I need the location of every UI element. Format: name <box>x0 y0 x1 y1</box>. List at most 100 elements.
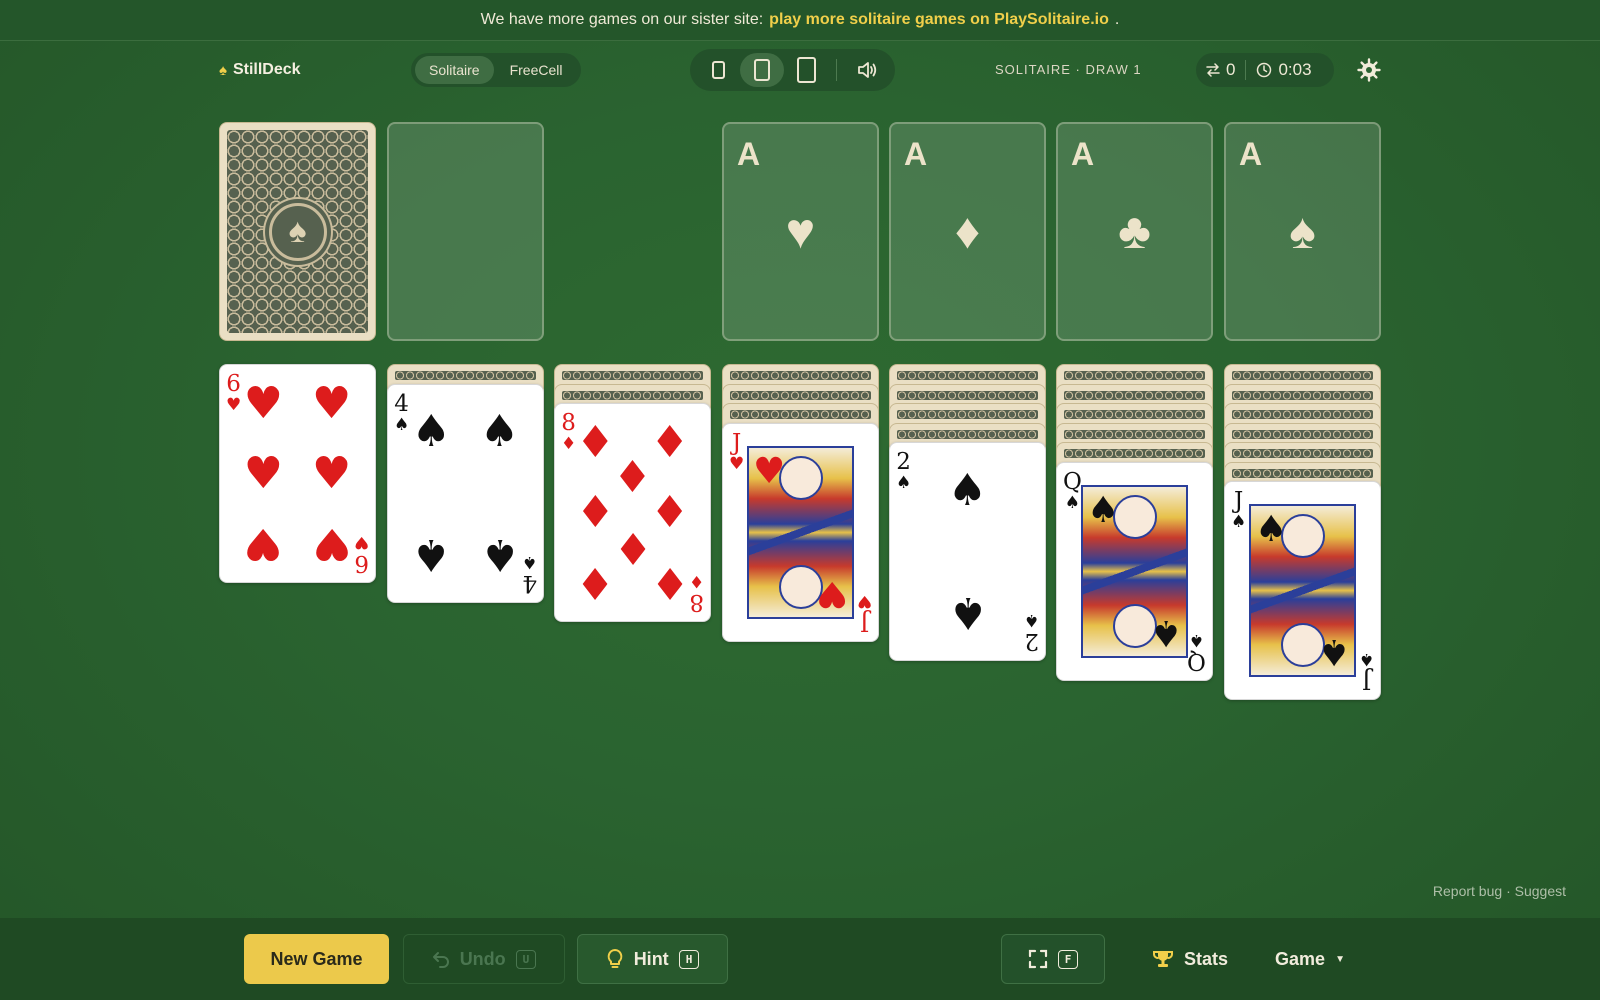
card-corner-index: 6 ♥ <box>226 373 241 414</box>
heart-icon: ♥ <box>753 450 786 492</box>
foundation-spades[interactable]: A ♠ <box>1224 122 1381 341</box>
card-size-large-button[interactable] <box>784 53 828 87</box>
playing-card-8-of-diamonds[interactable]: 8 ♦ 8 ♦ ♦ ♦ ♦ ♦ ♦ ♦ ♦ ♦ <box>554 403 711 622</box>
card-corner-index: 2 ♠ <box>896 451 911 492</box>
link-separator: · <box>1506 883 1511 899</box>
game-type-label: SOLITAIRE · DRAW 1 <box>995 62 1142 77</box>
spade-icon: ♠ <box>1087 489 1120 531</box>
tab-freecell[interactable]: FreeCell <box>496 56 577 84</box>
playing-card-6-of-hearts[interactable]: 6 ♥ 6 ♥ ♥ ♥ ♥ ♥ ♥ ♥ <box>219 364 376 583</box>
card-back-pattern <box>1064 449 1205 458</box>
foundation-label: A <box>737 136 761 172</box>
card-rank: 4 <box>394 390 409 417</box>
card-rank: J <box>1361 667 1371 693</box>
lightbulb-icon <box>607 949 623 968</box>
fullscreen-button[interactable]: F <box>1001 934 1105 984</box>
heart-pip-icon: ♥ <box>243 447 284 499</box>
card-rank: 8 <box>561 410 576 436</box>
speaker-icon <box>858 62 877 78</box>
card-back-pattern <box>1232 468 1373 478</box>
feedback-links: Report bug · Suggest <box>1433 883 1566 899</box>
foundation-diamonds[interactable]: A ♦ <box>889 122 1046 341</box>
card-corner-index: 8 ♦ <box>689 571 704 615</box>
clock-icon <box>1257 62 1272 78</box>
game-menu-button[interactable]: Game ▼ <box>1260 934 1360 984</box>
card-rank: 8 <box>689 589 704 615</box>
playing-card-j-of-hearts[interactable]: J ♥ J ♥ ♥ ♥ <box>722 422 879 642</box>
card-corner-index: 6 ♥ <box>353 532 369 576</box>
court-card-artwork: ♥ ♥ <box>747 445 854 619</box>
foundation-label: A <box>904 136 928 172</box>
playing-card-4-of-spades[interactable]: 4 ♠ 4 ♠ ♠ ♠ ♠ ♠ <box>387 383 544 603</box>
spade-pip-icon: ♠ <box>411 528 452 580</box>
heart-icon: ♥ <box>785 203 816 259</box>
heart-pip-icon: ♥ <box>311 378 352 430</box>
playing-card-2-of-spades[interactable]: 2 ♠ 2 ♠ ♠ ♠ <box>889 442 1046 661</box>
heart-pip-icon: ♥ <box>311 447 352 499</box>
hint-label: Hint <box>633 948 669 969</box>
sound-toggle-button[interactable] <box>845 53 889 87</box>
small-card-icon <box>711 61 725 79</box>
playing-card-j-of-spades[interactable]: J ♠ J ♠ ♠ ♠ <box>1224 481 1381 700</box>
spade-icon: ♠ <box>1289 203 1316 259</box>
swap-arrows-icon <box>1206 63 1220 77</box>
card-corner-index: J ♠ <box>1359 649 1374 693</box>
card-size-small-button[interactable] <box>696 53 740 87</box>
foundation-hearts[interactable]: A ♥ <box>722 122 879 341</box>
spade-icon: ♠ <box>1023 610 1039 630</box>
spade-icon: ♠ <box>1149 611 1182 653</box>
waste-pile[interactable] <box>387 122 544 341</box>
undo-button[interactable]: Undo U <box>403 934 565 984</box>
new-game-label: New Game <box>270 948 363 969</box>
stats-label: Stats <box>1183 948 1228 969</box>
card-back-pattern <box>897 390 1038 400</box>
hint-button[interactable]: Hint H <box>577 934 728 984</box>
card-back-pattern <box>1232 449 1373 458</box>
spade-icon: ♠ <box>1255 509 1288 550</box>
brand-logo[interactable]: ♠ StillDeck <box>219 61 301 79</box>
card-back-pattern <box>1064 410 1205 419</box>
heart-pip-icon: ♥ <box>243 517 284 569</box>
undo-label: Undo <box>459 948 506 969</box>
card-back-pattern <box>562 371 703 380</box>
card-corner-index: J ♥ <box>729 431 745 474</box>
card-size-medium-button[interactable] <box>740 53 785 87</box>
spade-icon: ♠ <box>1317 631 1350 672</box>
suggest-link[interactable]: Suggest <box>1515 883 1566 899</box>
card-back-pattern <box>1232 429 1373 439</box>
medium-card-icon <box>754 59 771 81</box>
heart-icon: ♥ <box>729 453 745 474</box>
card-rank: 6 <box>226 371 241 397</box>
spade-icon: ♠ <box>1188 629 1205 650</box>
diamond-icon: ♦ <box>954 203 981 259</box>
spade-emblem-icon: ♠ <box>268 202 327 261</box>
diamond-pip-icon: ♦ <box>612 522 653 574</box>
card-corner-index: 4 ♠ <box>522 552 537 596</box>
card-rank: Q <box>1063 468 1082 495</box>
heart-icon: ♥ <box>856 590 872 611</box>
spade-pip-icon: ♠ <box>411 406 452 458</box>
card-rank: Q <box>1187 647 1206 674</box>
spade-pip-icon: ♠ <box>947 587 988 639</box>
stock-pile[interactable]: ♠ <box>219 122 376 341</box>
card-back-pattern <box>1232 371 1373 380</box>
card-rank: J <box>1234 488 1244 514</box>
stats-button[interactable]: Stats <box>1130 934 1250 984</box>
heart-icon: ♥ <box>353 532 369 552</box>
new-game-button[interactable]: New Game <box>244 934 389 984</box>
spade-icon: ♠ <box>896 473 912 493</box>
court-card-artwork: ♠ ♠ <box>1081 484 1188 658</box>
playing-card-q-of-spades[interactable]: Q ♠ Q ♠ ♠ ♠ <box>1056 461 1213 681</box>
spade-icon: ♠ <box>1231 512 1247 532</box>
heart-pip-icon: ♥ <box>311 517 352 569</box>
gear-icon[interactable] <box>1357 58 1381 82</box>
foundation-clubs[interactable]: A ♣ <box>1056 122 1213 341</box>
game-stats: 0 0:03 <box>1196 53 1334 87</box>
tab-solitaire[interactable]: Solitaire <box>415 56 494 84</box>
card-back-pattern <box>897 429 1038 439</box>
diamond-pip-icon: ♦ <box>575 486 616 538</box>
report-bug-link[interactable]: Report bug <box>1433 883 1502 899</box>
sister-site-link[interactable]: play more solitaire games on PlaySolitai… <box>769 11 1109 29</box>
card-size-controls <box>690 49 895 91</box>
card-back-pattern <box>1064 371 1205 380</box>
